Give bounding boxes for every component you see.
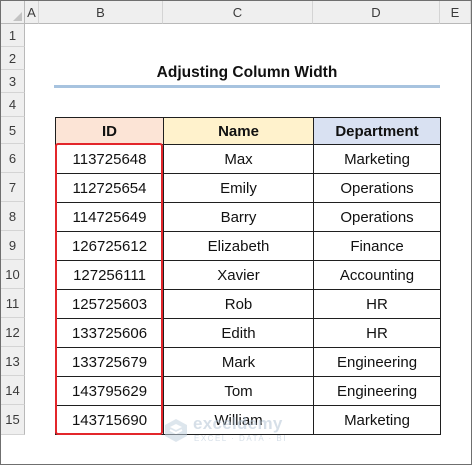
spreadsheet-view: ABCDE 1 2 3 4 5 6 7 8 9 10 11 12 13 14 15 Adjusting Co… [0, 0, 472, 465]
table-cell-department[interactable]: Operations [313, 173, 441, 203]
table-cell-id[interactable]: 133725606 [55, 318, 164, 348]
table-cell-id[interactable]: 143795629 [55, 376, 164, 406]
sheet-title[interactable]: Adjusting Column Width [54, 61, 440, 85]
table-cell-department[interactable]: Finance [313, 231, 441, 261]
table-cell-department[interactable]: HR [313, 318, 441, 348]
row-header-15[interactable]: 15 [1, 405, 25, 435]
table-cell-name[interactable]: Edith [163, 318, 314, 348]
row-header-1[interactable]: 1 [1, 24, 25, 47]
table-cell-id[interactable]: 126725612 [55, 231, 164, 261]
table-cell-id[interactable]: 114725649 [55, 202, 164, 232]
header-cell-department[interactable]: Department [313, 117, 441, 145]
table-cell-department[interactable]: Engineering [313, 376, 441, 406]
header-cell-id[interactable]: ID [55, 117, 164, 145]
exceldemy-logo-icon [165, 419, 187, 442]
select-all-triangle-icon [13, 12, 22, 21]
table-cell-id[interactable]: 113725648 [55, 144, 164, 174]
table-cell-name[interactable]: Max [163, 144, 314, 174]
row-header-10[interactable]: 10 [1, 260, 25, 289]
row-header-12[interactable]: 12 [1, 318, 25, 347]
table-cell-name[interactable]: Xavier [163, 260, 314, 290]
row-header-6[interactable]: 6 [1, 144, 25, 173]
table-cell-name[interactable]: Elizabeth [163, 231, 314, 261]
table-cell-department[interactable]: Accounting [313, 260, 441, 290]
table-cell-department[interactable]: Engineering [313, 347, 441, 377]
row-header-4[interactable]: 4 [1, 93, 25, 117]
table-cell-department[interactable]: Marketing [313, 144, 441, 174]
exceldemy-watermark: exceldemy EXCEL · DATA · BI [163, 414, 323, 450]
column-header-b[interactable]: B [39, 1, 163, 24]
row-header-14[interactable]: 14 [1, 376, 25, 405]
column-header-c[interactable]: C [163, 1, 313, 24]
table-cell-name[interactable]: Mark [163, 347, 314, 377]
title-underline [54, 85, 440, 88]
table-cell-department[interactable]: HR [313, 289, 441, 319]
row-header-13[interactable]: 13 [1, 347, 25, 376]
column-header-a[interactable]: A [25, 1, 39, 24]
header-cell-name[interactable]: Name [163, 117, 314, 145]
row-header-8[interactable]: 8 [1, 202, 25, 231]
table-cell-name[interactable]: Barry [163, 202, 314, 232]
select-all-corner[interactable] [1, 1, 25, 24]
table-cell-id[interactable]: 127256111 [55, 260, 164, 290]
column-header-d[interactable]: D [313, 1, 440, 24]
table-cell-department[interactable]: Operations [313, 202, 441, 232]
watermark-tagline: EXCEL · DATA · BI [194, 434, 287, 443]
table-cell-id[interactable]: 112725654 [55, 173, 164, 203]
row-header-9[interactable]: 9 [1, 231, 25, 260]
table-cell-name[interactable]: Tom [163, 376, 314, 406]
table-cell-department[interactable]: Marketing [313, 405, 441, 435]
table-cell-name[interactable]: Emily [163, 173, 314, 203]
column-header-e[interactable]: E [440, 1, 471, 24]
row-header-11[interactable]: 11 [1, 289, 25, 318]
table-cell-name[interactable]: Rob [163, 289, 314, 319]
table-cell-id[interactable]: 133725679 [55, 347, 164, 377]
watermark-brand: exceldemy [193, 414, 283, 433]
row-header-7[interactable]: 7 [1, 173, 25, 202]
row-header-2[interactable]: 2 [1, 47, 25, 70]
row-header-5[interactable]: 5 [1, 117, 25, 144]
table-cell-id[interactable]: 125725603 [55, 289, 164, 319]
table-cell-id[interactable]: 143715690 [55, 405, 164, 435]
row-header-3[interactable]: 3 [1, 70, 25, 93]
